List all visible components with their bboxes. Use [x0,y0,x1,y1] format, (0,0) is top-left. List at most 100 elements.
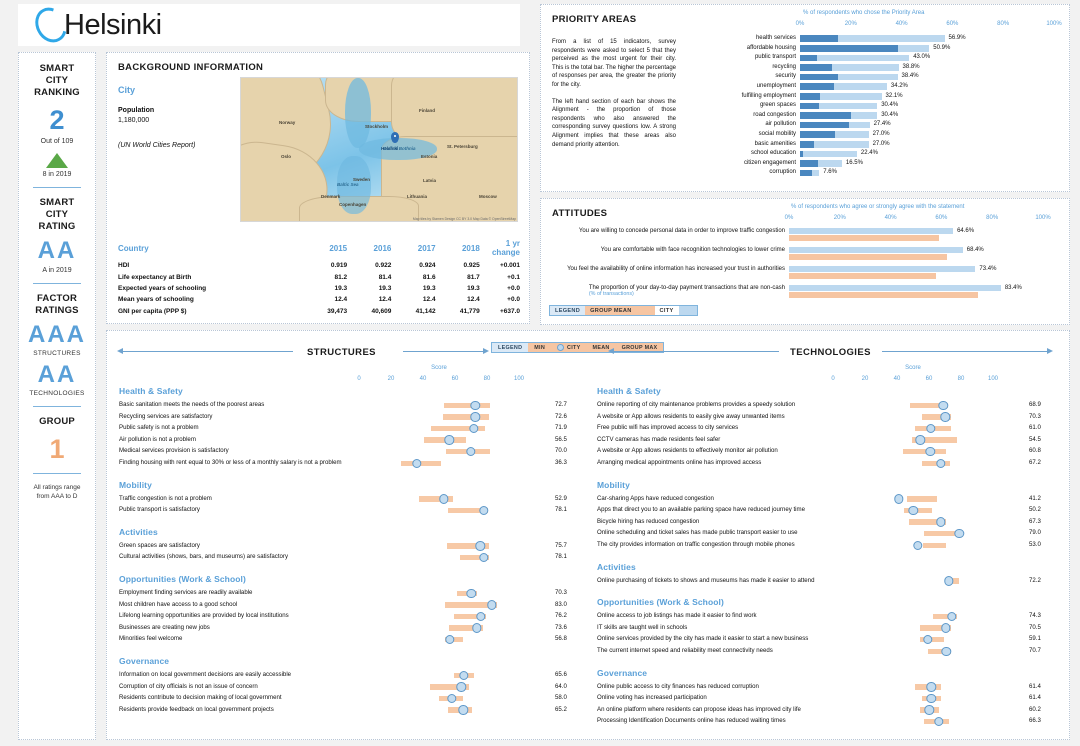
city-score-dot [459,670,469,680]
structures-section-title: STRUCTURES [307,347,376,358]
score-indicator-label: Minorities feel welcome [119,635,183,643]
attitude-group-mean-bar [789,235,940,241]
attitude-group-mean-bar [789,273,937,279]
score-indicator-row: Free public wifi has improved access to … [597,422,1067,434]
score-indicator-label: Lifelong learning opportunities are prov… [119,612,289,620]
attitude-city-bar [789,285,1001,291]
city-score-dot [447,693,457,704]
score-indicator-row: Online scheduling and ticket sales has m… [597,527,1067,539]
score-value: 61.4 [1029,682,1041,690]
col-header-country: Country [118,243,149,253]
factor-title-line1: FACTOR [36,293,78,304]
score-value: 66.3 [1029,717,1041,725]
cell-2015: 19.3 [334,284,348,292]
priority-label: corruption [769,169,796,176]
priority-row: school education 22.4% [751,149,1054,159]
score-value: 83.0 [555,600,567,608]
city-score-dot [934,716,944,727]
priority-label: green spaces [759,102,796,109]
attitude-label: You are willing to concede personal data… [578,228,785,234]
priority-value: 34.2% [890,83,908,89]
cell-2015: 0.919 [330,262,348,270]
score-range-bar [902,448,946,455]
axis-tick: 80% [986,215,999,221]
priority-value: 30.4% [881,102,899,109]
cell-2017: 81.6 [422,273,436,281]
city-score-dot [472,623,482,633]
factor-ratings-title: FACTOR RATINGS [23,293,91,317]
attitude-label: You are comfortable with face recognitio… [600,247,785,253]
score-indicator-row: Cultural activities (shows, bars, and mu… [119,551,589,563]
score-value: 78.1 [555,506,567,514]
technologies-arrow-line [882,351,1047,352]
ratings-panel: SMART CITY RANKING 2 Out of 109 8 in 201… [18,52,96,740]
arrow-left-icon [117,348,123,354]
score-indicator-label: Car-sharing Apps have reduced congestion [597,494,714,502]
smart-city-rating-title: SMART CITY RATING [23,197,91,233]
axis-tick: 40% [895,21,908,27]
cell-change: +0.0 [507,296,520,304]
priority-label: health services [755,35,796,41]
score-value: 68.9 [1029,401,1041,408]
location-map[interactable]: Norway Sweden Finland Estonia Latvia Lit… [240,77,518,222]
priority-row: affordable housing 50.9% [747,44,1054,54]
cell-2015: 39,473 [327,307,348,315]
city-score-dot [475,541,485,551]
score-indicator-label: Processing Identification Documents onli… [597,717,786,725]
score-indicator-label: Businesses are creating new jobs [119,623,210,631]
score-axis-caption: Score [431,365,447,371]
ranking-out-of: Out of 109 [40,138,74,145]
priority-value: 22.4% [860,150,878,157]
score-group-title: Health & Safety [597,386,661,396]
rating-title-line1: SMART [39,197,75,208]
priority-value: 27.4% [873,121,891,128]
priority-row: recycling 38.8% [772,63,1054,73]
score-value: 53.0 [1029,541,1041,548]
ratings-footnote: All ratings range from AAA to D [23,483,91,501]
table-row: Expected years of schooling 19.3 19.3 19… [118,283,520,294]
axis-tick: 80% [997,21,1010,27]
rating-title-line2: CITY [45,209,69,220]
city-score-dot [479,505,489,516]
score-range-bar [923,542,946,548]
legend-city-swatch [678,306,697,315]
table-row: Life expectancy at Birth 81.2 81.4 81.6 … [118,271,520,282]
priority-value: 43.0% [913,54,931,61]
priority-value: 30.4% [881,111,899,118]
city-score-dot [487,600,497,610]
cell-change: +637.0 [499,307,520,315]
score-value: 60.2 [1029,705,1041,713]
score-group-title: Mobility [119,479,152,490]
cell-2018: 0.925 [463,262,480,270]
priority-total-bar [800,150,857,158]
score-axis-tick: 0 [357,376,361,382]
attitude-value: 64.6% [957,228,975,234]
score-value: 36.3 [555,459,567,466]
score-value: 78.1 [555,553,567,561]
score-indicator-label: The city provides information on traffic… [597,541,795,548]
city-score-dot [894,494,904,504]
priority-label: security [775,73,796,80]
priority-alignment-bar [800,121,849,129]
map-label: Baltic Sea [337,182,359,187]
score-indicator-label: Online purchasing of tickets to shows an… [597,576,815,584]
city-score-dot [922,634,933,645]
score-indicator-row: Traffic congestion is not a problem 52.9 [119,493,589,505]
priority-alignment-bar [800,140,814,148]
priority-row: citizen engagement 16.5% [744,159,1054,169]
priority-description: From a list of 15 indicators, survey res… [552,38,676,149]
footnote-line2: from AAA to D [36,493,78,500]
priority-areas-panel: PRIORITY AREAS From a list of 15 indicat… [540,4,1070,192]
priority-alignment-bar [800,73,838,81]
score-indicator-row: Information on local government decision… [119,669,589,681]
score-group-title: Opportunities (Work & School) [119,574,246,584]
score-indicator-label: Online access to job listings has made i… [597,612,757,620]
score-value: 41.2 [1029,494,1041,502]
cell-2018: 12.4 [467,296,480,304]
city-score-dot [924,705,935,715]
priority-description-p2: The left hand section of each bar shows … [552,98,676,148]
score-indicator-row: Basic sanitation meets the needs of the … [119,399,589,411]
page-title: Helsinki [64,8,162,41]
priority-row: road congestion 30.4% [753,111,1054,121]
city-score-dot [926,682,936,692]
